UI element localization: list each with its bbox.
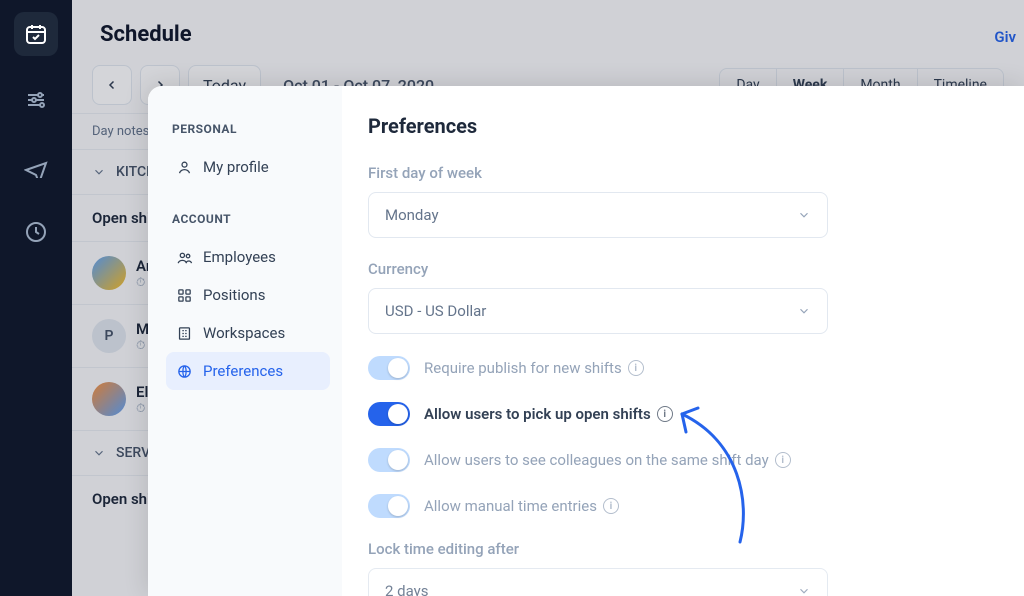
settings-content: Preferences First day of week Monday Cur… <box>342 86 1024 596</box>
user-icon <box>176 159 193 176</box>
calendar-check-icon <box>24 22 48 46</box>
avatar <box>92 256 126 290</box>
currency-select[interactable]: USD - US Dollar <box>368 288 828 334</box>
select-value: 2 days <box>385 582 429 596</box>
preferences-title: Preferences <box>368 114 976 138</box>
toggle-require-publish[interactable] <box>368 356 410 380</box>
info-icon[interactable]: i <box>603 498 619 514</box>
chevron-left-icon <box>106 79 118 91</box>
sliders-icon <box>24 88 48 112</box>
select-value: USD - US Dollar <box>385 302 486 320</box>
sidebar-item-label: My profile <box>203 158 269 176</box>
first-day-label: First day of week <box>368 164 976 182</box>
chevron-down-icon <box>92 446 106 460</box>
toggle-row-require-publish: Require publish for new shifts i <box>368 356 976 380</box>
sidebar-item-label: Positions <box>203 286 265 304</box>
nav-time[interactable] <box>14 210 58 254</box>
toggle-label: Allow manual time entries i <box>424 497 619 515</box>
info-icon[interactable]: i <box>775 452 791 468</box>
sidebar-item-workspaces[interactable]: Workspaces <box>166 314 330 352</box>
toggle-row-see-colleagues: Allow users to see colleagues on the sam… <box>368 448 976 472</box>
info-icon[interactable]: i <box>628 360 644 376</box>
give-feedback-link[interactable]: Giv <box>994 28 1024 46</box>
toggle-see-colleagues[interactable] <box>368 448 410 472</box>
settings-modal: PERSONAL My profile ACCOUNT Employees Po… <box>148 86 1024 596</box>
avatar: P <box>92 319 126 353</box>
toggle-pickup-open[interactable] <box>368 402 410 426</box>
chevron-down-icon <box>797 208 811 222</box>
nav-schedule[interactable] <box>14 12 58 56</box>
nav-rail <box>0 0 72 596</box>
nav-tasks[interactable] <box>14 78 58 122</box>
users-icon <box>176 249 193 266</box>
sidebar-item-label: Preferences <box>203 362 283 380</box>
prev-button[interactable] <box>92 65 132 105</box>
first-day-select[interactable]: Monday <box>368 192 828 238</box>
info-icon[interactable]: i <box>657 406 673 422</box>
sidebar-item-positions[interactable]: Positions <box>166 276 330 314</box>
select-value: Monday <box>385 206 439 224</box>
building-icon <box>176 325 193 342</box>
chevron-down-icon <box>797 584 811 596</box>
lock-time-label: Lock time editing after <box>368 540 976 558</box>
sidebar-item-label: Employees <box>203 248 276 266</box>
sidebar-item-profile[interactable]: My profile <box>166 148 330 186</box>
chevron-down-icon <box>797 304 811 318</box>
avatar <box>92 382 126 416</box>
sidebar-item-employees[interactable]: Employees <box>166 238 330 276</box>
lock-time-select[interactable]: 2 days <box>368 568 828 596</box>
settings-sidebar: PERSONAL My profile ACCOUNT Employees Po… <box>148 86 342 596</box>
globe-icon <box>176 363 193 380</box>
currency-label: Currency <box>368 260 976 278</box>
clock-icon <box>24 220 48 244</box>
grid-icon <box>176 287 193 304</box>
toggle-label: Allow users to pick up open shifts i <box>424 405 673 423</box>
toggle-label: Require publish for new shifts i <box>424 359 644 377</box>
toggle-row-pickup-open: Allow users to pick up open shifts i <box>368 402 976 426</box>
sidebar-section-account: ACCOUNT <box>172 212 330 226</box>
airplane-icon <box>24 154 48 178</box>
chevron-down-icon <box>92 165 106 179</box>
sidebar-item-preferences[interactable]: Preferences <box>166 352 330 390</box>
sidebar-item-label: Workspaces <box>203 324 285 342</box>
toggle-row-manual-time: Allow manual time entries i <box>368 494 976 518</box>
nav-timeoff[interactable] <box>14 144 58 188</box>
toggle-manual-time[interactable] <box>368 494 410 518</box>
sidebar-section-personal: PERSONAL <box>172 122 330 136</box>
toggle-label: Allow users to see colleagues on the sam… <box>424 451 791 469</box>
page-title: Schedule <box>72 0 1024 57</box>
